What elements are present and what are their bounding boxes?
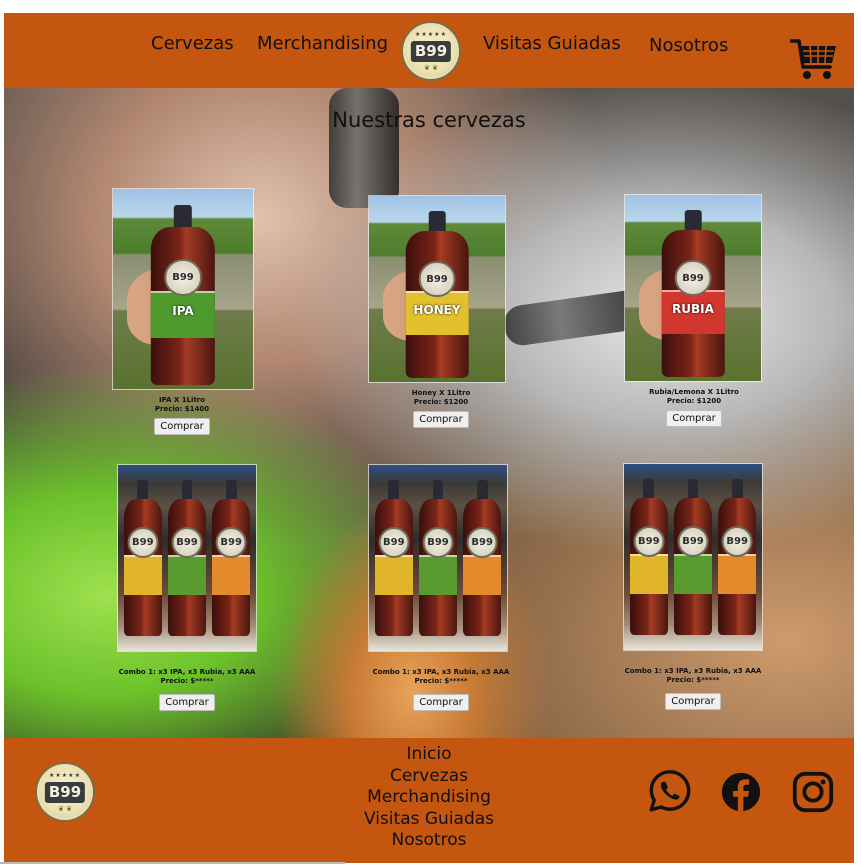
product-card: B99 B99 B99 Combo 1: x3 IPA, x3 Rubia, x… bbox=[102, 464, 272, 711]
instagram-icon[interactable] bbox=[790, 769, 836, 815]
buy-button[interactable]: Comprar bbox=[666, 410, 722, 427]
product-card: B99 B99 B99 Combo 1: x3 IPA, x3 Rubia, x… bbox=[608, 463, 778, 710]
product-name: Honey X 1Litro bbox=[411, 389, 471, 397]
product-price: Precio: $1200 bbox=[666, 397, 722, 405]
product-name: Combo 1: x3 IPA, x3 Rubia, x3 AAA bbox=[118, 668, 256, 676]
product-card: B99 IPA IPA X 1Litro Precio: $1400 Compr… bbox=[97, 188, 267, 435]
product-card: B99 HONEY Honey X 1Litro Precio: $1200 C… bbox=[356, 195, 526, 428]
product-name: Rubia/Lemona X 1Litro bbox=[649, 388, 739, 396]
logo-stars: ★★★★★ bbox=[415, 31, 447, 38]
product-card: B99 RUBIA Rubia/Lemona X 1Litro Precio: … bbox=[609, 194, 779, 427]
products-section: Nuestras cervezas B99 IPA IPA X 1Litro P… bbox=[4, 88, 854, 738]
nav-link-nosotros[interactable]: Nosotros bbox=[649, 35, 728, 56]
footer: ★★★★★ B99 ❦ ❦ Inicio Cervezas Merchandis… bbox=[4, 738, 854, 863]
brand-logo[interactable]: ★★★★★ B99 ❦ ❦ bbox=[401, 21, 461, 81]
buy-button[interactable]: Comprar bbox=[413, 694, 469, 711]
product-photo[interactable]: B99 B99 B99 bbox=[623, 463, 763, 651]
product-name: Combo 1: x3 IPA, x3 Rubia, x3 AAA bbox=[624, 667, 762, 675]
product-card: B99 B99 B99 Combo 1: x3 IPA, x3 Rubia, x… bbox=[356, 464, 526, 711]
product-name: Combo 1: x3 IPA, x3 Rubia, x3 AAA bbox=[372, 668, 510, 676]
logo-text: B99 bbox=[410, 41, 452, 62]
buy-button[interactable]: Comprar bbox=[413, 411, 469, 428]
nav-link-cervezas[interactable]: Cervezas bbox=[151, 33, 234, 54]
product-price: Precio: $***** bbox=[160, 677, 214, 685]
nav-link-visitas-guiadas[interactable]: Visitas Guiadas bbox=[483, 33, 621, 54]
product-name: IPA X 1Litro bbox=[158, 396, 206, 404]
beer-tap-background bbox=[329, 88, 399, 208]
product-photo[interactable]: B99 B99 B99 bbox=[368, 464, 508, 652]
nav-link-merchandising[interactable]: Merchandising bbox=[257, 33, 388, 54]
top-navbar: Cervezas Merchandising ★★★★★ B99 ❦ ❦ Vis… bbox=[4, 13, 854, 88]
bottle-label-text: HONEY bbox=[413, 302, 461, 317]
bottle-label-text: RUBIA bbox=[672, 301, 714, 316]
bottle-label-text: IPA bbox=[172, 304, 194, 318]
product-photo[interactable]: B99 RUBIA bbox=[624, 194, 762, 382]
product-photo[interactable]: B99 HONEY bbox=[368, 195, 506, 383]
buy-button[interactable]: Comprar bbox=[154, 418, 210, 435]
footer-link-inicio[interactable]: Inicio bbox=[4, 744, 854, 766]
product-price: Precio: $***** bbox=[414, 677, 468, 685]
page: Cervezas Merchandising ★★★★★ B99 ❦ ❦ Vis… bbox=[0, 0, 861, 865]
product-price: Precio: $1200 bbox=[413, 398, 469, 406]
page-title: Nuestras cervezas bbox=[332, 108, 526, 132]
cart-icon[interactable] bbox=[790, 37, 838, 81]
product-photo[interactable]: B99 B99 B99 bbox=[117, 464, 257, 652]
buy-button[interactable]: Comprar bbox=[159, 694, 215, 711]
product-price: Precio: $***** bbox=[666, 676, 720, 684]
page-bottom-divider bbox=[0, 862, 345, 864]
buy-button[interactable]: Comprar bbox=[665, 693, 721, 710]
product-photo[interactable]: B99 IPA bbox=[112, 188, 254, 390]
product-price: Precio: $1400 bbox=[154, 405, 210, 413]
footer-link-nosotros[interactable]: Nosotros bbox=[4, 830, 854, 852]
facebook-icon[interactable] bbox=[718, 769, 764, 815]
whatsapp-icon[interactable] bbox=[647, 768, 693, 814]
wheat-icon: ❦ ❦ bbox=[424, 64, 438, 72]
